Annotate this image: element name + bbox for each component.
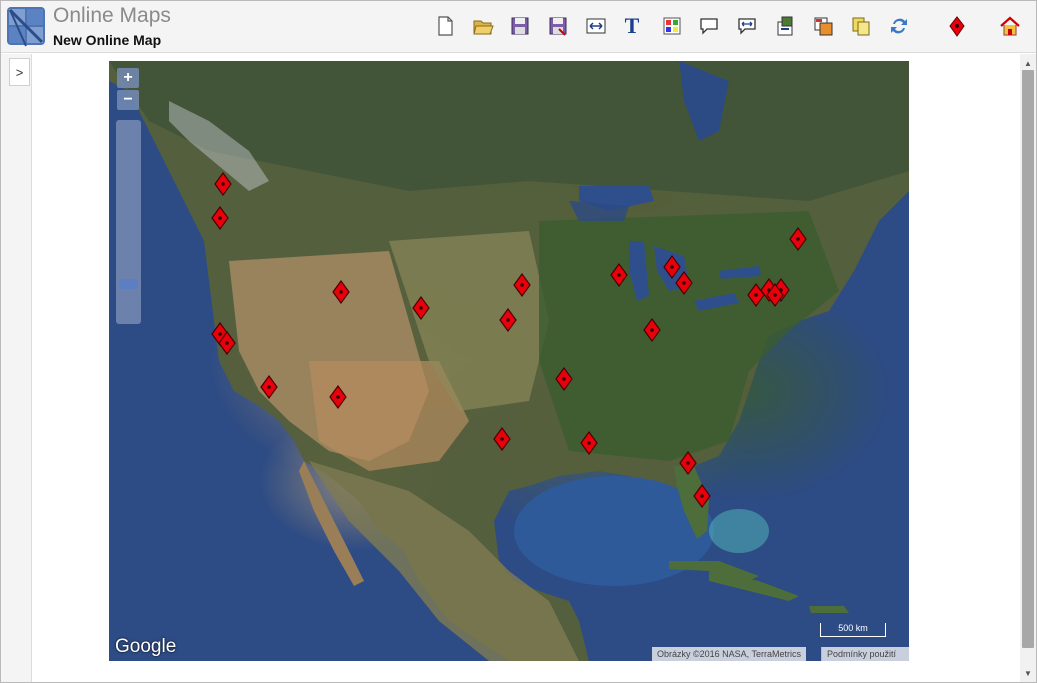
zoom-out-button[interactable]: −	[117, 90, 139, 110]
scroll-down-arrow-icon[interactable]: ▼	[1020, 666, 1036, 680]
marker-icon[interactable]	[945, 14, 969, 38]
terms-of-use-link[interactable]: Podmínky použití	[821, 647, 909, 661]
document-title[interactable]: New Online Map	[53, 32, 161, 48]
map-marker[interactable]	[513, 272, 531, 298]
map-marker[interactable]	[555, 366, 573, 392]
map-marker[interactable]	[766, 282, 784, 308]
scroll-up-arrow-icon[interactable]: ▲	[1020, 56, 1036, 70]
open-folder-icon[interactable]	[471, 14, 495, 38]
satellite-map[interactable]: + − Google 500 km Obrázky ©2016 NASA, Te…	[109, 61, 909, 661]
refresh-icon[interactable]	[887, 14, 911, 38]
header-bar: Online Maps New Online Map T	[1, 1, 1036, 53]
app-logo-icon	[6, 6, 48, 48]
vertical-scrollbar[interactable]: ▲ ▼	[1020, 54, 1036, 682]
text-icon[interactable]: T	[620, 13, 644, 38]
scroll-thumb[interactable]	[1022, 70, 1034, 648]
map-marker[interactable]	[329, 384, 347, 410]
speech-bubble-icon[interactable]	[697, 14, 721, 38]
map-marker[interactable]	[693, 483, 711, 509]
zoom-slider-handle[interactable]	[119, 279, 138, 289]
map-marker[interactable]	[499, 307, 517, 333]
sidebar: >	[1, 54, 32, 682]
google-logo: Google	[115, 636, 177, 657]
map-marker[interactable]	[610, 262, 628, 288]
map-marker[interactable]	[412, 295, 430, 321]
save-as-icon[interactable]	[546, 14, 570, 38]
map-marker[interactable]	[679, 450, 697, 476]
map-marker[interactable]	[332, 279, 350, 305]
map-marker[interactable]	[218, 330, 236, 356]
home-icon[interactable]	[998, 14, 1022, 38]
zoom-in-button[interactable]: +	[117, 68, 139, 88]
save-icon[interactable]	[508, 14, 532, 38]
map-marker[interactable]	[214, 171, 232, 197]
map-attribution: Obrázky ©2016 NASA, TerraMetrics	[652, 647, 807, 661]
map-marker[interactable]	[260, 374, 278, 400]
map-marker[interactable]	[580, 430, 598, 456]
map-marker[interactable]	[211, 205, 229, 231]
copy-icon[interactable]	[849, 14, 873, 38]
map-marker[interactable]	[675, 270, 693, 296]
zoom-slider-track[interactable]	[116, 120, 141, 324]
export-icon[interactable]	[773, 14, 797, 38]
import-icon[interactable]	[811, 14, 835, 38]
zoom-control: + −	[116, 68, 141, 324]
speech-resize-icon[interactable]	[735, 14, 759, 38]
resize-width-icon[interactable]	[584, 14, 608, 38]
map-marker[interactable]	[789, 226, 807, 252]
text-icon-glyph: T	[624, 13, 640, 38]
map-marker[interactable]	[643, 317, 661, 343]
app-title: Online Maps	[53, 4, 171, 27]
map-marker[interactable]	[493, 426, 511, 452]
sidebar-toggle-button[interactable]: >	[9, 58, 30, 86]
new-document-icon[interactable]	[433, 14, 457, 38]
map-terrain	[109, 61, 909, 661]
app-window: Online Maps New Online Map T > ▲ ▼ + − G…	[0, 0, 1037, 683]
color-palette-icon[interactable]	[660, 14, 684, 38]
scale-bar: 500 km	[820, 623, 886, 637]
